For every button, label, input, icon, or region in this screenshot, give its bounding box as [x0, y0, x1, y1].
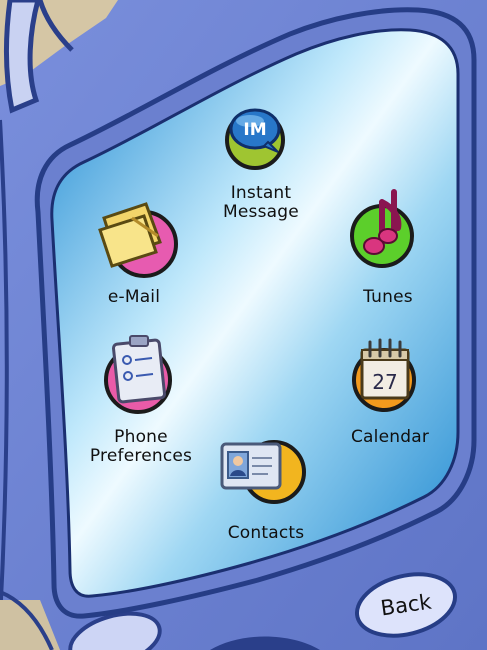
calendar-icon: 27 — [352, 338, 416, 412]
im-bubble-icon: IM — [225, 108, 285, 170]
menu-label-tunes: Tunes — [363, 287, 413, 307]
im-badge-text: IM — [243, 120, 266, 140]
menu-label-phone-preferences: Phone Preferences — [89, 427, 193, 466]
calendar-day-number: 27 — [372, 370, 397, 394]
menu-item-tunes[interactable]: Tunes — [338, 184, 438, 312]
phone-menu-screen: IM Instant Message e-Mail Tunes Phone Pr… — [0, 0, 487, 650]
clipboard-icon — [104, 335, 172, 414]
menu-label-contacts: Contacts — [227, 523, 305, 543]
menu-label-calendar: Calendar — [350, 427, 430, 447]
menu-label-instant-message: Instant Message — [223, 183, 299, 222]
menu-label-email: e-Mail — [107, 287, 161, 307]
menu-item-contacts[interactable]: Contacts — [206, 428, 326, 552]
music-note-icon — [350, 189, 414, 268]
menu-item-calendar[interactable]: 27 Calendar — [332, 334, 448, 454]
contact-card-icon — [220, 440, 306, 504]
menu-item-instant-message[interactable]: IM Instant Message — [206, 96, 316, 236]
menu-item-email[interactable]: e-Mail — [74, 190, 194, 320]
folder-icon — [98, 202, 178, 278]
back-button[interactable]: Back — [352, 572, 460, 638]
menu-item-phone-preferences[interactable]: Phone Preferences — [74, 328, 208, 476]
